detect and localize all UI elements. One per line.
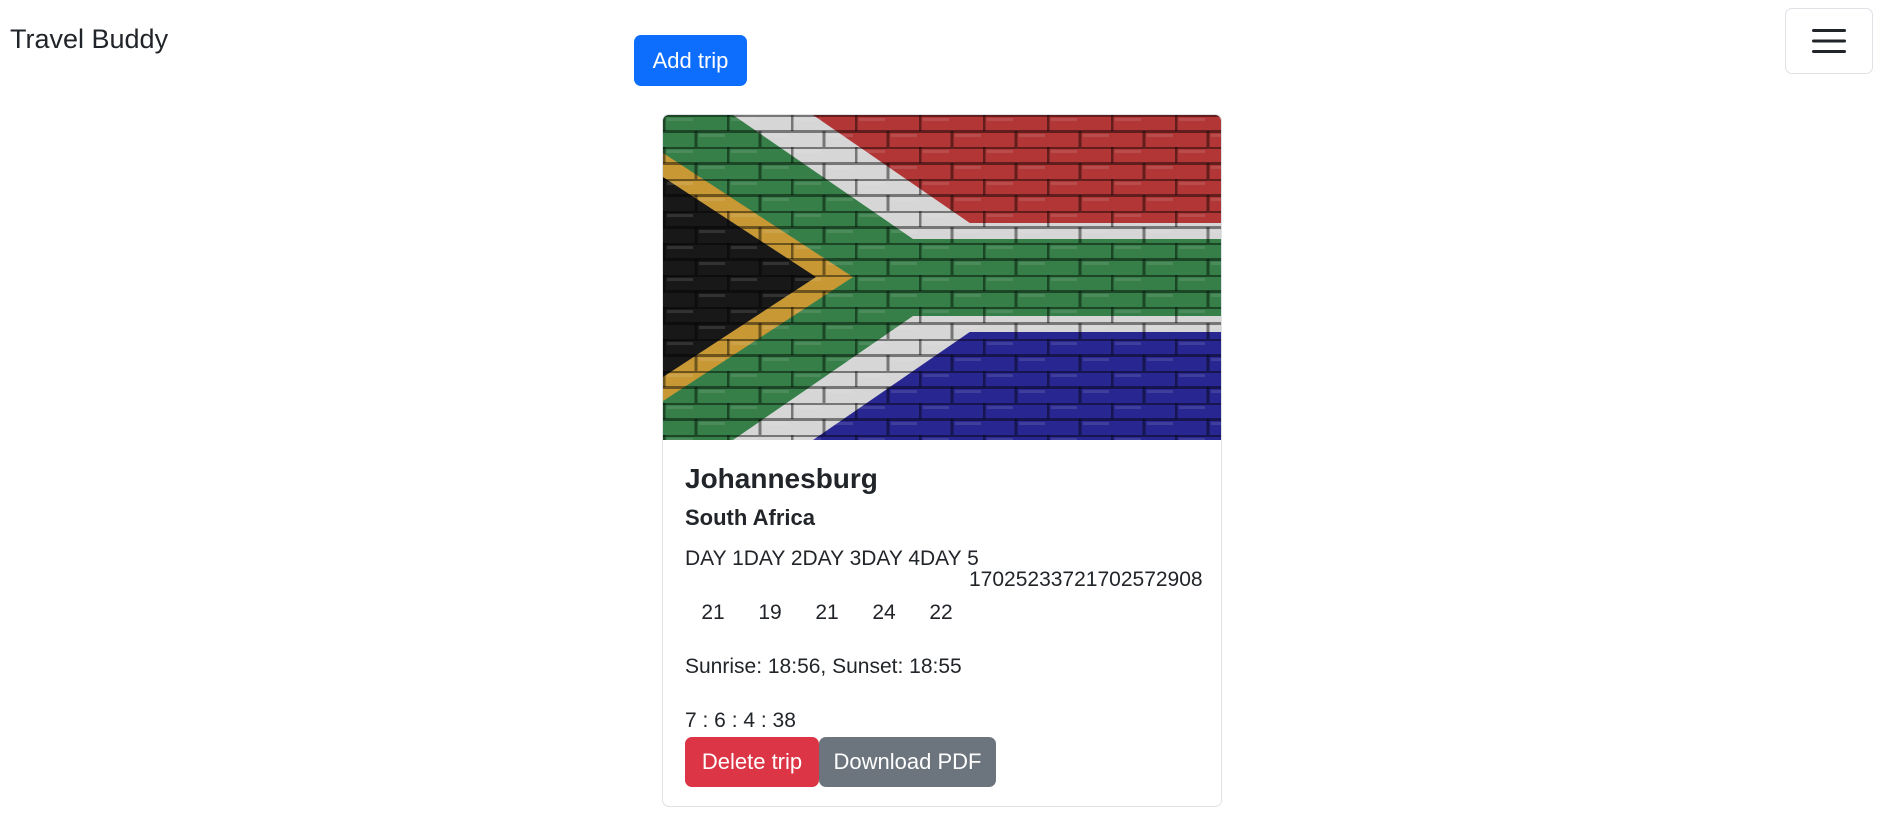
forecast-temperature: 19 [758,601,782,624]
download-pdf-button[interactable]: Download PDF [819,737,996,787]
sunrise-sunset-info: Sunrise: 18:56, Sunset: 18:55 [685,655,962,678]
trip-country: South Africa [685,505,815,530]
forecast-temperature: 22 [929,601,953,624]
trip-city: Johannesburg [685,463,878,494]
forecast-temperature: 21 [815,601,839,624]
trip-card: Johannesburg South Africa DAY 1DAY 2DAY … [662,114,1222,807]
forecast-timestamps: 17025233721702572908 [969,568,1203,591]
brand-title: Travel Buddy [10,24,169,54]
add-trip-button[interactable]: Add trip [634,35,747,86]
delete-trip-button[interactable]: Delete trip [685,737,819,787]
forecast-days-header: DAY 1DAY 2DAY 3DAY 4DAY 5 [685,547,979,570]
menu-toggle-button[interactable] [1785,8,1873,74]
forecast-temperature: 21 [701,601,725,624]
trip-countdown: 7 : 6 : 4 : 38 [685,709,796,732]
trip-destination-image [663,115,1221,440]
forecast-temperature: 24 [872,601,896,624]
hamburger-menu-icon [1812,29,1846,53]
